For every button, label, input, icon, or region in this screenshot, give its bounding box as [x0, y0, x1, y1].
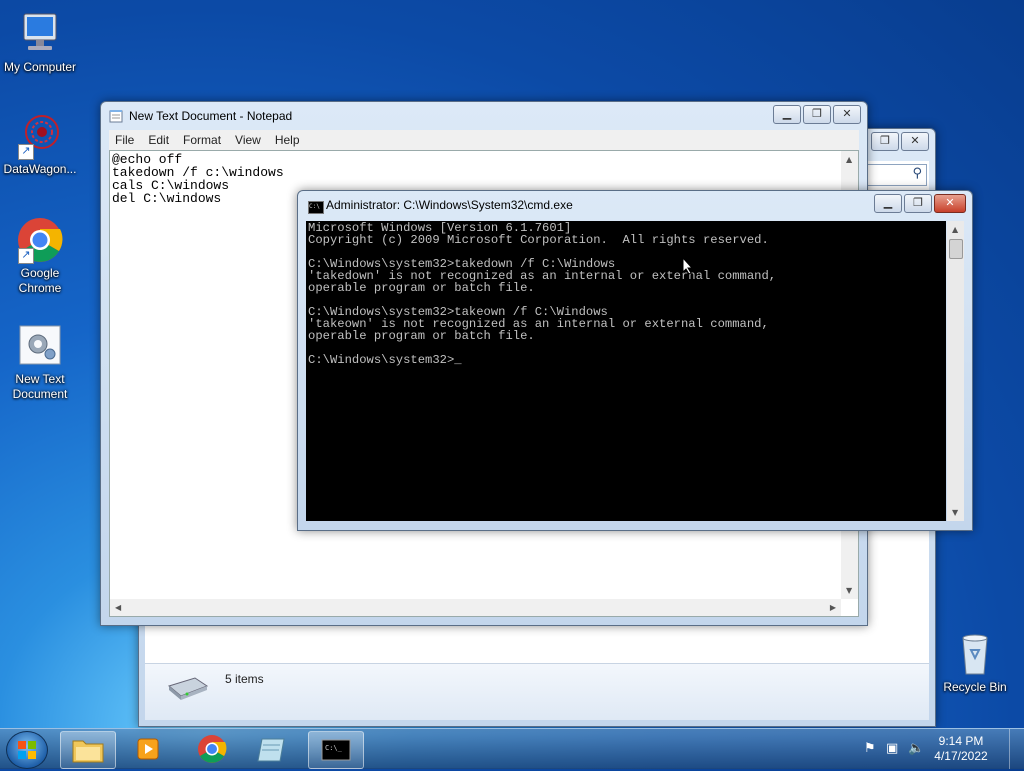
explorer-details-pane: 5 items	[145, 663, 929, 720]
scroll-down-icon: ▼	[952, 508, 959, 517]
start-button[interactable]	[6, 731, 48, 769]
scroll-left-icon: ◀	[115, 603, 122, 612]
notepad-window-controls: ▁ ❐ ✕	[771, 105, 861, 124]
scroll-right-icon: ▶	[829, 603, 836, 612]
notepad-content: @echo off takedown /f c:\windows cals C:…	[112, 152, 284, 206]
desktop-icon-label: DataWagon...	[3, 162, 77, 176]
close-button[interactable]: ✕	[833, 105, 861, 124]
desktop-icon-new-text-document[interactable]: New Text Document	[0, 322, 80, 402]
computer-icon	[16, 10, 64, 58]
cmd-vertical-scrollbar[interactable]: ▲ ▼	[947, 221, 964, 521]
search-icon: ⚲	[912, 166, 922, 181]
media-player-icon	[137, 738, 159, 760]
close-button[interactable]: ✕	[901, 132, 929, 151]
minimize-button[interactable]: ▁	[874, 194, 902, 213]
scroll-thumb[interactable]	[949, 239, 963, 259]
cmd-icon: C:\_	[321, 739, 351, 761]
mouse-cursor-icon	[682, 256, 694, 278]
notepad-title: New Text Document - Notepad	[129, 109, 293, 123]
drive-icon	[165, 674, 209, 702]
scroll-up-icon: ▲	[952, 225, 959, 234]
datawagon-icon: ↗	[16, 112, 64, 160]
maximize-button[interactable]: ❐	[871, 132, 899, 151]
desktop-icon-recycle-bin[interactable]: Recycle Bin	[935, 630, 1015, 695]
search-input[interactable]: ⚲	[863, 164, 927, 186]
menu-help[interactable]: Help	[275, 130, 300, 150]
desktop-icon-datawagon[interactable]: ↗ DataWagon...	[0, 112, 80, 177]
notepad-icon	[257, 738, 285, 762]
chrome-icon: ↗	[16, 216, 64, 264]
scroll-up-icon: ▲	[846, 155, 853, 164]
recycle-bin-icon	[951, 630, 999, 678]
windows-logo-icon	[18, 741, 36, 759]
desktop-icon-label: Google Chrome	[18, 266, 62, 295]
menu-format[interactable]: Format	[183, 130, 221, 150]
cmd-output: Microsoft Windows [Version 6.1.7601] Cop…	[308, 221, 777, 367]
action-center-flag-icon[interactable]: ⚑	[864, 741, 876, 756]
minimize-button[interactable]: ▁	[773, 105, 801, 124]
folder-icon	[72, 740, 104, 763]
maximize-icon: ❐	[880, 134, 890, 147]
clock-time: 9:14 PM	[938, 734, 984, 748]
cmd-icon: C:\	[308, 201, 324, 214]
system-tray: ⚑ ▣ 🔈 9:14 PM 4/17/2022	[854, 729, 1024, 769]
cmd-window-controls: ▁ ❐ ✕	[872, 194, 966, 213]
close-icon: ✕	[842, 107, 852, 120]
minimize-icon: ▁	[883, 196, 893, 209]
desktop-icon-label: My Computer	[3, 60, 77, 74]
desktop-icon-my-computer[interactable]: My Computer	[0, 10, 80, 75]
explorer-window-controls: ❐ ✕	[869, 132, 929, 151]
network-icon[interactable]: ▣	[886, 741, 898, 756]
close-icon: ✕	[910, 134, 920, 147]
show-desktop-button[interactable]	[1009, 729, 1024, 769]
maximize-icon: ❐	[812, 107, 822, 120]
maximize-icon: ❐	[913, 196, 923, 209]
minimize-icon: ▁	[782, 107, 792, 120]
menu-edit[interactable]: Edit	[148, 130, 169, 150]
notepad-titlebar[interactable]: New Text Document - Notepad ▁ ❐ ✕	[101, 102, 867, 130]
shortcut-arrow-icon: ↗	[18, 248, 34, 264]
cmd-window[interactable]: C:\ Administrator: C:\Windows\System32\c…	[297, 190, 973, 531]
volume-icon[interactable]: 🔈	[908, 741, 924, 756]
menu-view[interactable]: View	[235, 130, 261, 150]
cmd-title: Administrator: C:\Windows\System32\cmd.e…	[326, 198, 573, 212]
taskbar-explorer[interactable]	[60, 731, 116, 769]
taskbar-cmd[interactable]: C:\_	[308, 731, 364, 769]
maximize-button[interactable]: ❐	[904, 194, 932, 213]
shortcut-arrow-icon: ↗	[18, 144, 34, 160]
notepad-menubar: File Edit Format View Help	[109, 130, 859, 150]
desktop-icon-google-chrome[interactable]: ↗ Google Chrome	[0, 216, 80, 296]
chrome-icon	[198, 735, 227, 763]
menu-file[interactable]: File	[115, 130, 134, 150]
settings-document-icon	[16, 322, 64, 370]
close-button[interactable]: ✕	[934, 194, 966, 213]
desktop-icon-label: Recycle Bin	[943, 680, 1007, 694]
taskbar: C:\_ ⚑ ▣ 🔈 9:14 PM 4/17/2022	[0, 728, 1024, 769]
taskbar-notepad[interactable]	[246, 731, 300, 767]
svg-text:C:\_: C:\_	[325, 744, 343, 752]
cmd-console[interactable]: Microsoft Windows [Version 6.1.7601] Cop…	[306, 221, 946, 521]
horizontal-scrollbar[interactable]: ◀ ▶	[110, 599, 841, 616]
taskbar-chrome[interactable]	[184, 731, 238, 767]
scroll-down-icon: ▼	[846, 586, 853, 595]
close-icon: ✕	[945, 196, 955, 209]
taskbar-media-player[interactable]	[122, 731, 176, 767]
desktop-icon-label: New Text Document	[12, 372, 68, 401]
maximize-button[interactable]: ❐	[803, 105, 831, 124]
item-count: 5 items	[225, 672, 264, 686]
cmd-titlebar[interactable]: C:\ Administrator: C:\Windows\System32\c…	[298, 191, 972, 219]
notepad-icon	[109, 109, 123, 123]
clock-date: 4/17/2022	[934, 749, 988, 763]
clock[interactable]: 9:14 PM 4/17/2022	[926, 734, 996, 764]
